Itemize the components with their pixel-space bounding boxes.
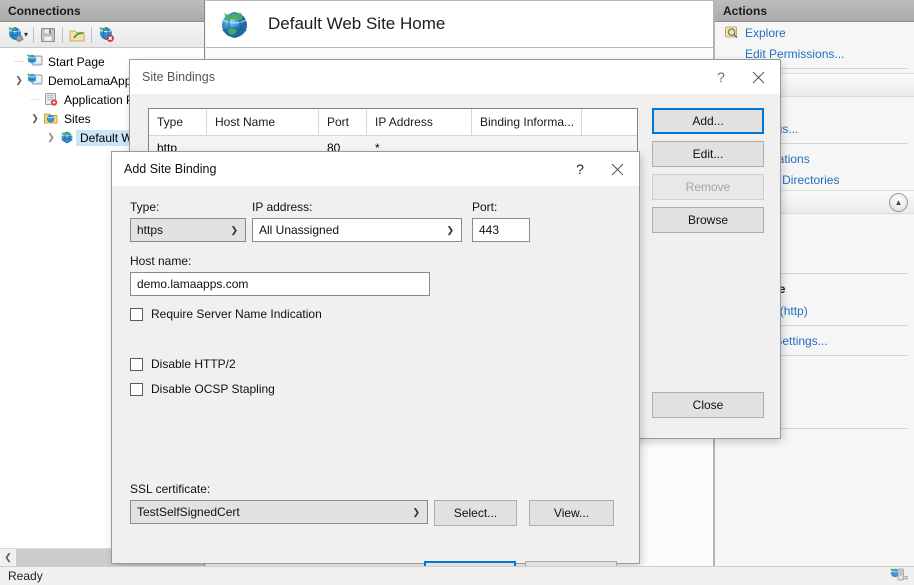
site-bindings-close-wrap: Close bbox=[652, 392, 764, 418]
ip-address-select-value: All Unassigned bbox=[259, 223, 340, 237]
website-icon bbox=[58, 130, 76, 146]
chevron-down-icon: ❯ bbox=[446, 224, 454, 235]
page-title-bar: Default Web Site Home bbox=[206, 0, 714, 48]
tree-expander: ⋯ bbox=[14, 56, 24, 66]
status-right bbox=[890, 567, 914, 585]
checkbox-label: Require Server Name Indication bbox=[151, 307, 322, 321]
disable-http2-checkbox[interactable]: Disable HTTP/2 bbox=[130, 357, 236, 371]
dialog-title: Add Site Binding bbox=[124, 162, 217, 176]
column-header-ip-address[interactable]: IP Address bbox=[367, 109, 472, 135]
port-input[interactable]: 443 bbox=[472, 218, 530, 242]
save-connections-icon[interactable] bbox=[37, 25, 59, 45]
port-input-value: 443 bbox=[479, 223, 500, 237]
port-field-label-wrap: Port: bbox=[472, 200, 497, 214]
connections-toolbar: ▾ bbox=[0, 22, 204, 48]
toolbar-separator-3 bbox=[91, 26, 93, 43]
app-pools-icon bbox=[42, 92, 60, 108]
add-site-binding-titlebar[interactable]: Add Site Binding ? bbox=[112, 152, 639, 186]
column-header-port[interactable]: Port bbox=[319, 109, 367, 135]
chevron-down-icon: ❯ bbox=[230, 224, 238, 235]
disable-ocsp-stapling-checkbox[interactable]: Disable OCSP Stapling bbox=[130, 382, 275, 396]
edit-button[interactable]: Edit... bbox=[652, 141, 764, 167]
checkbox-box[interactable] bbox=[130, 307, 143, 321]
browse-button[interactable]: Browse bbox=[652, 207, 764, 233]
explore-icon bbox=[723, 25, 741, 40]
checkbox-label: Disable HTTP/2 bbox=[151, 357, 236, 371]
host-name-label-wrap: Host name: bbox=[130, 254, 191, 268]
tree-expander-collapse[interactable]: ❯ bbox=[28, 113, 42, 124]
tree-item-label: Start Page bbox=[48, 54, 105, 69]
disconnect-icon[interactable] bbox=[95, 25, 117, 45]
help-icon[interactable]: ? bbox=[565, 152, 595, 186]
status-bar: Ready bbox=[0, 566, 914, 585]
toolbar-separator-2 bbox=[62, 26, 64, 43]
connect-to-icon[interactable] bbox=[4, 25, 26, 45]
column-header-host-name[interactable]: Host Name bbox=[207, 109, 319, 135]
actions-header: Actions bbox=[715, 0, 914, 22]
add-button[interactable]: Add... bbox=[652, 108, 764, 134]
action-label: Explore bbox=[745, 25, 786, 40]
dialog-title: Site Bindings bbox=[142, 70, 215, 84]
tree-expander-expand[interactable]: ❯ bbox=[44, 132, 58, 143]
connect-to-site-icon[interactable] bbox=[66, 25, 88, 45]
close-icon[interactable] bbox=[595, 152, 639, 186]
select-certificate-button[interactable]: Select... bbox=[434, 500, 517, 526]
action-label: Edit Permissions... bbox=[745, 46, 845, 61]
globe-icon bbox=[218, 7, 252, 41]
status-text: Ready bbox=[8, 569, 43, 583]
ssl-certificate-select[interactable]: TestSelfSignedCert ❯ bbox=[130, 500, 428, 524]
checkbox-label: Disable OCSP Stapling bbox=[151, 382, 275, 396]
host-name-label: Host name: bbox=[130, 254, 192, 268]
start-page-icon bbox=[26, 54, 44, 70]
require-sni-checkbox[interactable]: Require Server Name Indication bbox=[130, 307, 322, 321]
scroll-left-icon[interactable]: ❮ bbox=[0, 549, 16, 566]
tree-expander-collapse[interactable]: ❯ bbox=[12, 75, 26, 86]
connections-header: Connections bbox=[0, 0, 204, 22]
remove-button: Remove bbox=[652, 174, 764, 200]
host-name-input-value: demo.lamaapps.com bbox=[137, 277, 249, 291]
ssl-certificate-value: TestSelfSignedCert bbox=[137, 505, 240, 519]
ssl-certificate-label-wrap: SSL certificate: bbox=[130, 482, 210, 496]
column-header-spacer bbox=[582, 109, 637, 135]
site-bindings-titlebar[interactable]: Site Bindings ? bbox=[130, 60, 780, 94]
type-label: Type: bbox=[130, 200, 160, 214]
close-button[interactable]: Close bbox=[652, 392, 764, 418]
port-label: Port: bbox=[472, 200, 498, 214]
type-select-value: https bbox=[137, 223, 164, 237]
host-name-input[interactable]: demo.lamaapps.com bbox=[130, 272, 430, 296]
bindings-list-header: Type Host Name Port IP Address Binding I… bbox=[149, 109, 637, 136]
action-explore[interactable]: Explore bbox=[715, 22, 914, 43]
column-header-type[interactable]: Type bbox=[149, 109, 207, 135]
ssl-certificate-label: SSL certificate: bbox=[130, 482, 211, 496]
server-icon bbox=[26, 73, 44, 89]
site-bindings-buttons: Add... Edit... Remove Browse bbox=[652, 108, 764, 240]
page-title: Default Web Site Home bbox=[268, 14, 446, 33]
tree-item-label: Sites bbox=[64, 111, 91, 126]
ip-address-label: IP address: bbox=[252, 200, 313, 214]
checkbox-box[interactable] bbox=[130, 382, 143, 396]
type-field-label-wrap: Type: bbox=[130, 200, 159, 214]
add-site-binding-body: Type: IP address: Port: https ❯ All Unas… bbox=[112, 186, 639, 585]
ip-field-label-wrap: IP address: bbox=[252, 200, 312, 214]
add-site-binding-dialog: Add Site Binding ? Type: IP address: Por… bbox=[112, 152, 639, 585]
toolbar-separator-1 bbox=[33, 26, 35, 43]
type-select[interactable]: https ❯ bbox=[130, 218, 246, 242]
tree-expander: ⋯ bbox=[30, 94, 40, 104]
help-icon[interactable]: ? bbox=[706, 60, 736, 94]
sites-folder-icon bbox=[42, 111, 60, 127]
column-header-binding-information[interactable]: Binding Informa... bbox=[472, 109, 582, 135]
ip-address-select[interactable]: All Unassigned ❯ bbox=[252, 218, 462, 242]
close-icon[interactable] bbox=[736, 60, 780, 94]
view-certificate-button[interactable]: View... bbox=[529, 500, 614, 526]
checkbox-box[interactable] bbox=[130, 357, 143, 371]
server-status-icon bbox=[890, 567, 908, 585]
chevron-down-icon: ❯ bbox=[412, 506, 420, 517]
chevron-up-icon[interactable]: ▲ bbox=[889, 192, 908, 212]
connect-to-dropdown-icon[interactable]: ▾ bbox=[24, 30, 28, 39]
